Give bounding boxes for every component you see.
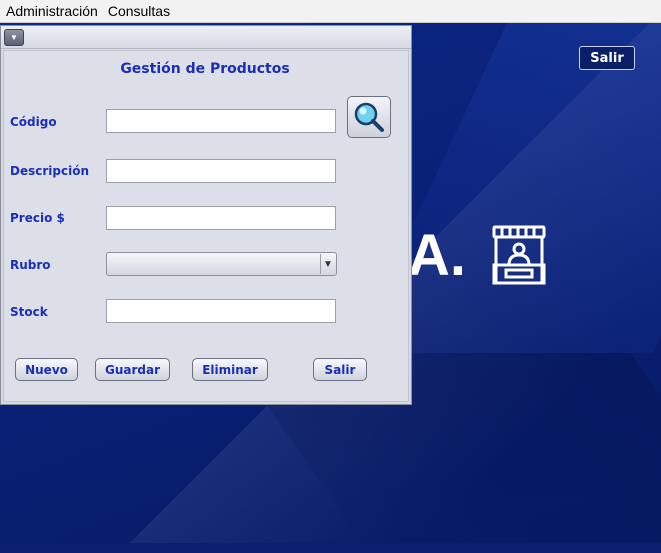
menu-consultas[interactable]: Consultas	[102, 3, 174, 19]
store-kiosk-icon	[492, 225, 546, 285]
menubar: Administración Consultas	[0, 0, 661, 23]
form-title: Gestión de Productos	[120, 61, 290, 77]
window-titlebar: ▼	[1, 26, 411, 49]
search-button[interactable]	[347, 96, 391, 138]
precio-label: Precio $	[10, 211, 65, 225]
precio-input[interactable]	[106, 206, 336, 230]
descripcion-label: Descripción	[10, 164, 89, 178]
nuevo-button[interactable]: Nuevo	[15, 358, 78, 381]
magnifier-icon	[354, 102, 384, 132]
product-management-window: ▼ Gestión de Productos Código Descripció…	[0, 25, 412, 405]
stock-input[interactable]	[106, 299, 336, 323]
stock-label: Stock	[10, 305, 48, 319]
rubro-select[interactable]: ▼	[106, 252, 337, 276]
descripcion-input[interactable]	[106, 159, 336, 183]
window-menu-button[interactable]: ▼	[4, 29, 24, 46]
brand-logo-text: A.	[408, 223, 466, 288]
codigo-label: Código	[10, 115, 57, 129]
chevron-down-icon[interactable]: ▼	[320, 254, 335, 274]
menu-administracion[interactable]: Administración	[0, 3, 102, 19]
eliminar-button[interactable]: Eliminar	[192, 358, 268, 381]
rubro-label: Rubro	[10, 258, 51, 272]
salir-button[interactable]: Salir	[313, 358, 367, 381]
exit-button[interactable]: Salir	[579, 46, 635, 70]
guardar-button[interactable]: Guardar	[95, 358, 170, 381]
chevron-down-icon: ▼	[10, 32, 18, 42]
codigo-input[interactable]	[106, 109, 336, 133]
